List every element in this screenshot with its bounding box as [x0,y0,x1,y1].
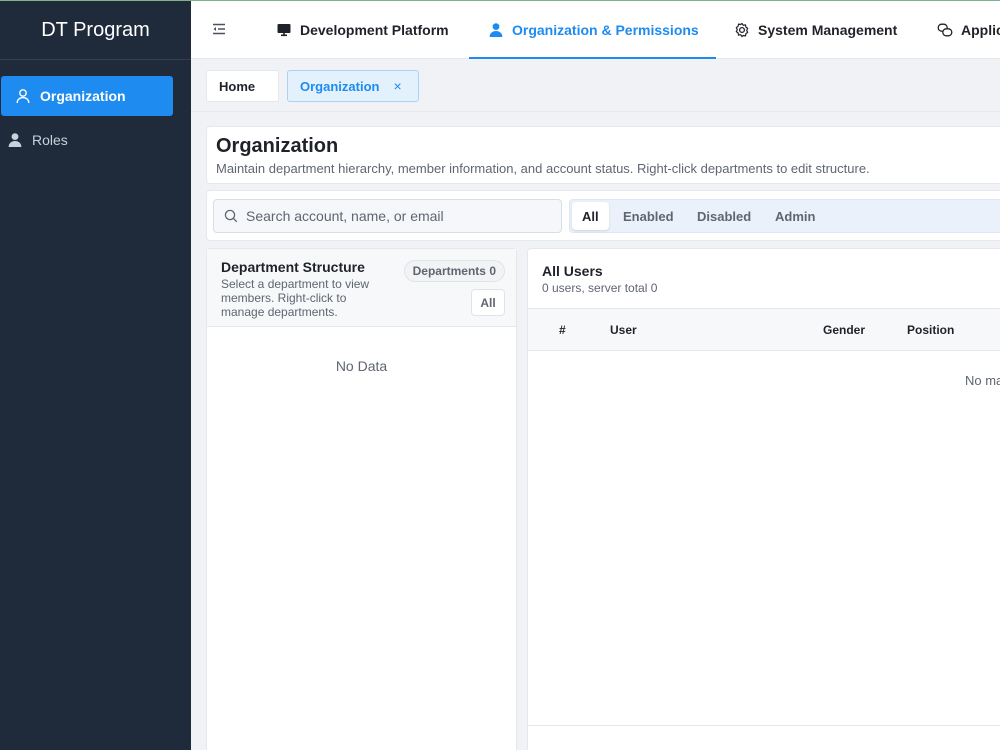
users-panel-title: All Users [542,263,603,279]
nav-tab-development-platform[interactable]: Development Platform [276,1,449,59]
nav-tab-organization-permissions[interactable]: Organization & Permissions [469,1,716,60]
column-header-index[interactable]: # [559,323,566,337]
page-description: Maintain department hierarchy, member in… [216,161,870,176]
tag-organization[interactable]: Organization × [287,70,419,102]
nav-tab-label: Development Platform [300,22,449,38]
tag-home[interactable]: Home [206,70,279,102]
page-title: Organization [216,135,339,157]
tag-label: Organization [300,78,380,94]
gear-icon [734,22,750,38]
department-panel: Department Structure Select a department… [206,248,517,750]
department-count-badge: Departments 0 [403,260,505,282]
app-brand: DT Program [0,1,191,60]
page-header: Organization Maintain department hierarc… [206,126,1000,184]
search-icon [224,209,238,223]
user-filled-icon [488,22,504,38]
department-all-button[interactable]: All [471,289,505,316]
users-table-header: # User Gender Position [528,309,1000,351]
sidebar-item-roles[interactable]: Roles [1,120,173,160]
users-panel-footer-divider [528,725,1000,726]
users-panel-header: All Users 0 users, server total 0 [528,249,1000,309]
segment-enabled[interactable]: Enabled [613,202,684,230]
nav-tab-label: System Management [758,22,898,38]
open-tabs-bar: Home Organization × [191,59,1000,112]
department-panel-subtitle: Select a department to view members. Rig… [221,277,370,319]
users-panel-subtitle: 0 users, server total 0 [542,281,658,295]
nav-tab-label: Applic [961,22,1000,38]
nav-tab-applications[interactable]: Applic [937,1,1000,59]
department-panel-header: Department Structure Select a department… [207,249,516,327]
sidebar-item-organization[interactable]: Organization [1,76,173,116]
segment-disabled[interactable]: Disabled [687,202,761,230]
sidebar: DT Program Organization Roles [0,0,191,750]
tag-label: Home [219,78,256,94]
search-box[interactable] [213,199,562,233]
chat-icon [937,22,953,38]
column-header-user[interactable]: User [610,323,637,337]
top-nav: Development Platform Organization & Perm… [191,0,1000,60]
sidebar-item-label: Roles [32,132,68,148]
nav-tab-system-management[interactable]: System Management [734,1,897,59]
users-empty-state: No ma [965,373,1000,388]
nav-tab-label: Organization & Permissions [512,22,699,38]
status-filter-segmented: All Enabled Disabled Admin [569,199,1000,233]
menu-collapse-icon[interactable] [211,21,227,37]
search-input[interactable] [246,208,546,224]
monitor-icon [276,22,292,38]
user-filled-icon [7,132,23,148]
column-header-position[interactable]: Position [907,323,954,337]
sidebar-item-label: Organization [40,88,126,104]
filter-bar: All Enabled Disabled Admin [206,190,1000,241]
segment-admin[interactable]: Admin [765,202,825,230]
users-panel: All Users 0 users, server total 0 # User… [527,248,1000,750]
app-root: DT Program Organization Roles Developmen… [0,0,1000,750]
column-header-gender[interactable]: Gender [823,323,865,337]
close-icon[interactable]: × [393,78,401,94]
department-empty-state: No Data [335,358,388,374]
user-icon [15,88,31,104]
segment-all[interactable]: All [572,202,609,230]
